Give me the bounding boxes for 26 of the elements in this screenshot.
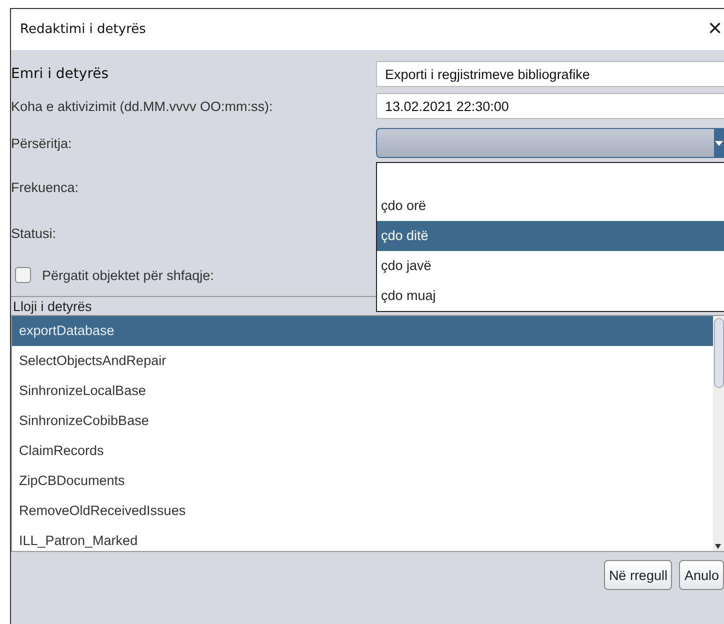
list-item[interactable]: ZipCBDocuments [12, 466, 713, 496]
list-item[interactable]: SinhronizeCobibBase [12, 406, 713, 436]
checkbox[interactable] [15, 267, 31, 283]
field-label: Emri i detyrës [11, 66, 110, 82]
field-label: Përgatit objektet për shfaqje: [42, 268, 214, 282]
menu-item[interactable]: çdo javë [377, 251, 724, 281]
list-item[interactable]: RemoveOldReceivedIssues [12, 496, 713, 526]
input-field[interactable]: Exporti i regjistrimeve bibliografike [376, 61, 724, 87]
scrollbar[interactable] [713, 316, 724, 551]
list-item[interactable]: exportDatabase [12, 316, 713, 346]
cancel-button[interactable]: Anulo [679, 560, 724, 590]
field-label: Përsëritja: [11, 136, 73, 150]
list-item[interactable]: SelectObjectsAndRepair [12, 346, 713, 376]
field-label: Statusi: [11, 226, 58, 240]
field-label: Koha e aktivizimit (dd.MM.vvvv OO:mm:ss): [11, 98, 274, 114]
list-item[interactable]: SinhronizeLocalBase [12, 376, 713, 406]
menu-item[interactable]: çdo orë [377, 191, 724, 221]
ok-button[interactable]: Në rregull [604, 560, 672, 590]
list-item[interactable]: ILL_Patron_Marked [12, 526, 713, 556]
close-button[interactable]: × [706, 14, 724, 44]
list-item[interactable]: ClaimRecords [12, 436, 713, 466]
menu-item[interactable]: çdo ditë [377, 221, 724, 251]
dropdown[interactable] [376, 128, 724, 158]
field-label: Frekuenca: [11, 180, 80, 194]
input-field[interactable]: 13.02.2021 22:30:00 [376, 93, 724, 119]
window-title: Redaktimi i detyrës [20, 22, 146, 37]
